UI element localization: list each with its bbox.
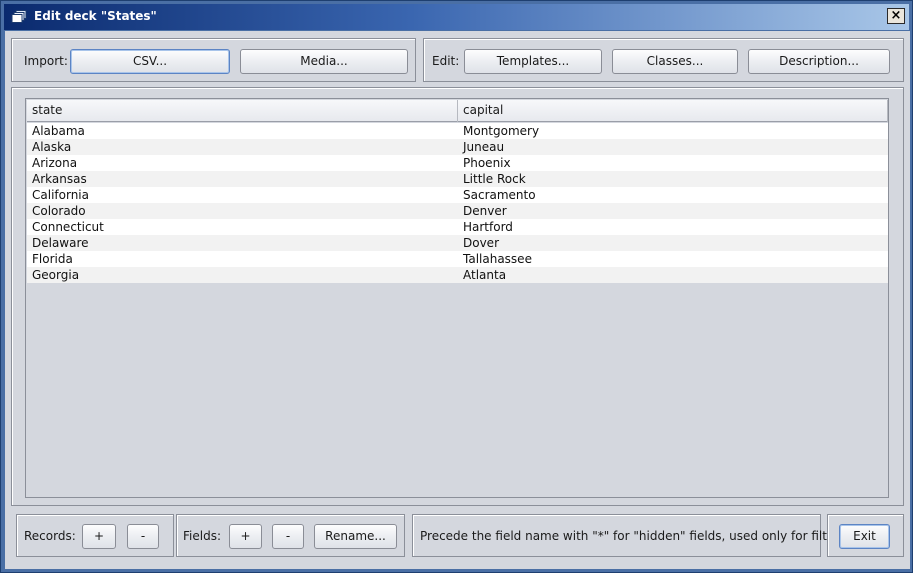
cell-capital[interactable]: Sacramento	[458, 187, 536, 203]
fields-label: Fields:	[183, 529, 221, 543]
edit-label: Edit:	[432, 54, 460, 68]
column-header-state[interactable]: state	[27, 100, 458, 122]
hint-group: Precede the field name with "*" for "hid…	[412, 514, 858, 557]
import-csv-button[interactable]: CSV...	[70, 49, 230, 74]
title-bar[interactable]: Edit deck "States" ×	[4, 4, 909, 30]
cell-capital[interactable]: Phoenix	[458, 155, 511, 171]
edit-description-button[interactable]: Description...	[748, 49, 890, 74]
close-icon: ×	[890, 8, 902, 23]
cell-state[interactable]: Arizona	[27, 155, 77, 171]
cell-capital[interactable]: Tallahassee	[458, 251, 532, 267]
import-media-button[interactable]: Media...	[240, 49, 408, 74]
add-record-button[interactable]: +	[82, 524, 116, 549]
cell-state[interactable]: Arkansas	[27, 171, 87, 187]
cell-capital[interactable]: Atlanta	[458, 267, 506, 283]
table-row[interactable]: Arizona Phoenix	[27, 155, 888, 171]
close-button[interactable]: ×	[887, 8, 905, 24]
table-row[interactable]: Connecticut Hartford	[27, 219, 888, 235]
edit-group: Edit: Templates... Classes... Descriptio…	[423, 38, 904, 82]
table-row[interactable]: Arkansas Little Rock	[27, 171, 888, 187]
cell-state[interactable]: Florida	[27, 251, 73, 267]
table-row[interactable]: Colorado Denver	[27, 203, 888, 219]
cell-state[interactable]: Delaware	[27, 235, 89, 251]
cell-capital[interactable]: Juneau	[458, 139, 504, 155]
remove-field-button[interactable]: -	[272, 524, 304, 549]
exit-button[interactable]: Exit	[839, 524, 890, 549]
records-label: Records:	[24, 529, 76, 543]
cell-state[interactable]: Georgia	[27, 267, 79, 283]
window-body: Import: CSV... Media... Edit: Templates.…	[5, 31, 910, 569]
table-row[interactable]: Georgia Atlanta	[27, 267, 888, 283]
hidden-field-hint: Precede the field name with "*" for "hid…	[420, 529, 858, 543]
import-label: Import:	[24, 54, 68, 68]
cell-state[interactable]: Alaska	[27, 139, 71, 155]
table-row[interactable]: Delaware Dover	[27, 235, 888, 251]
column-header-capital[interactable]: capital	[458, 100, 888, 122]
cards-icon	[11, 10, 27, 23]
table-row[interactable]: California Sacramento	[27, 187, 888, 203]
cell-capital[interactable]: Dover	[458, 235, 499, 251]
remove-record-button[interactable]: -	[127, 524, 159, 549]
cell-state[interactable]: Connecticut	[27, 219, 104, 235]
cell-capital[interactable]: Montgomery	[458, 123, 539, 139]
cell-state[interactable]: Colorado	[27, 203, 86, 219]
fields-group: Fields: + - Rename...	[176, 514, 405, 557]
add-field-button[interactable]: +	[229, 524, 262, 549]
cell-capital[interactable]: Denver	[458, 203, 507, 219]
table-row[interactable]: Alaska Juneau	[27, 139, 888, 155]
cell-state[interactable]: Alabama	[27, 123, 85, 139]
deck-table[interactable]: state capital Alabama Montgomery Alaska Jun…	[25, 98, 889, 498]
cell-capital[interactable]: Hartford	[458, 219, 513, 235]
exit-group: Exit	[827, 514, 904, 557]
records-group: Records: + -	[16, 514, 174, 557]
edit-deck-window: Edit deck "States" × Import: CSV... Medi…	[0, 0, 913, 573]
table-row[interactable]: Florida Tallahassee	[27, 251, 888, 267]
cell-capital[interactable]: Little Rock	[458, 171, 526, 187]
cell-state[interactable]: California	[27, 187, 89, 203]
edit-classes-button[interactable]: Classes...	[612, 49, 738, 74]
table-header: state capital	[27, 100, 888, 122]
window-title: Edit deck "States"	[34, 9, 157, 23]
import-group: Import: CSV... Media...	[11, 38, 416, 82]
edit-templates-button[interactable]: Templates...	[464, 49, 602, 74]
table-row[interactable]: Alabama Montgomery	[27, 123, 888, 139]
table-body: Alabama Montgomery Alaska Juneau Arizona Phoe…	[27, 123, 888, 283]
rename-field-button[interactable]: Rename...	[314, 524, 397, 549]
